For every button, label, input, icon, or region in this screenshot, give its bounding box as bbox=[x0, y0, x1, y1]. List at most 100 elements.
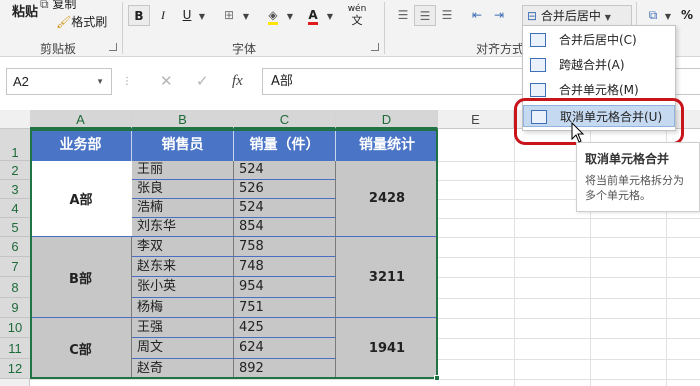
quantity-cell[interactable]: 854 bbox=[234, 218, 336, 237]
row-header[interactable]: 2 bbox=[0, 161, 30, 180]
quantity-cell[interactable]: 425 bbox=[234, 318, 336, 338]
name-box[interactable]: A2 ▼ bbox=[6, 68, 112, 95]
row-header[interactable]: 9 bbox=[0, 298, 30, 318]
bold-button[interactable]: B bbox=[128, 5, 150, 26]
paintbrush-icon: 🖌 bbox=[56, 15, 72, 29]
enter-icon[interactable]: ✓ bbox=[196, 68, 209, 95]
row-headers: 1 2 3 4 5 6 7 8 9 10 11 12 bbox=[0, 129, 30, 386]
row-header[interactable]: 3 bbox=[0, 180, 30, 199]
align-left-icon[interactable]: ☰ bbox=[392, 5, 414, 26]
quantity-cell[interactable]: 751 bbox=[234, 298, 336, 318]
quantity-cell[interactable]: 892 bbox=[234, 359, 336, 379]
merge-center-icon bbox=[530, 33, 546, 47]
formula-bar-grip-icon[interactable]: ⋮ bbox=[122, 68, 132, 95]
gridline bbox=[30, 379, 700, 380]
font-launcher-icon[interactable] bbox=[371, 43, 379, 51]
cancel-icon[interactable]: ✕ bbox=[160, 68, 173, 95]
fill-handle[interactable] bbox=[434, 375, 440, 381]
column-header-a[interactable]: A bbox=[30, 110, 132, 129]
menu-item-merge-center[interactable]: 合并后居中(C) bbox=[523, 29, 675, 51]
number-format-icon[interactable]: ⧉ bbox=[642, 5, 664, 26]
font-color-icon[interactable]: A bbox=[302, 5, 324, 26]
merge-center-button[interactable]: ⊟ 合并后居中 ▼ bbox=[522, 5, 632, 26]
salesperson-cell[interactable]: 刘东华 bbox=[132, 218, 234, 237]
italic-button[interactable]: I bbox=[152, 5, 174, 26]
salesperson-cell[interactable]: 王强 bbox=[132, 318, 234, 338]
name-box-dropdown-icon[interactable]: ▼ bbox=[96, 69, 104, 94]
salesperson-cell[interactable]: 张良 bbox=[132, 180, 234, 199]
copy-icon: ⧉ bbox=[40, 0, 53, 11]
percent-button[interactable]: % bbox=[676, 5, 698, 26]
quantity-cell[interactable]: 758 bbox=[234, 237, 336, 257]
fill-color-icon[interactable]: ◈ bbox=[262, 5, 284, 26]
header-cell-dept[interactable]: 业务部 bbox=[30, 129, 132, 161]
row-header[interactable]: 1 bbox=[0, 129, 30, 161]
row-header[interactable]: 4 bbox=[0, 199, 30, 218]
menu-item-merge-across[interactable]: 跨越合并(A) bbox=[523, 54, 675, 76]
increase-indent-icon[interactable]: ⇥ bbox=[488, 5, 510, 26]
border-icon[interactable]: ⊞ bbox=[218, 5, 240, 26]
quantity-cell[interactable]: 524 bbox=[234, 199, 336, 218]
column-header-c[interactable]: C bbox=[234, 110, 336, 129]
merge-across-icon bbox=[530, 58, 546, 72]
merge-center-label: 合并后居中 bbox=[540, 9, 601, 23]
format-painter-label: 格式刷 bbox=[71, 15, 108, 29]
border-dropdown[interactable]: ▼ bbox=[240, 5, 252, 26]
quantity-cell[interactable]: 624 bbox=[234, 338, 336, 359]
underline-dropdown[interactable]: ▼ bbox=[196, 5, 208, 26]
salesperson-cell[interactable]: 浩楠 bbox=[132, 199, 234, 218]
number-format-dropdown[interactable]: ▼ bbox=[662, 5, 674, 26]
copy-label: 复制 bbox=[52, 0, 77, 11]
salesperson-cell[interactable]: 张小英 bbox=[132, 277, 234, 298]
quantity-cell[interactable]: 748 bbox=[234, 257, 336, 277]
menu-item-merge-cells[interactable]: 合并单元格(M) bbox=[523, 79, 675, 101]
format-painter-button[interactable]: 🖌格式刷 bbox=[56, 12, 114, 33]
column-header-b[interactable]: B bbox=[132, 110, 234, 129]
group-divider bbox=[122, 2, 123, 54]
quantity-cell[interactable]: 524 bbox=[234, 161, 336, 180]
salesperson-cell[interactable]: 杨梅 bbox=[132, 298, 234, 318]
column-header-e[interactable]: E bbox=[438, 110, 514, 129]
row-header[interactable]: 10 bbox=[0, 318, 30, 338]
header-cell-salesperson[interactable]: 销售员 bbox=[132, 129, 234, 161]
column-header-d[interactable]: D bbox=[336, 110, 438, 129]
row-header[interactable]: 7 bbox=[0, 257, 30, 277]
underline-button[interactable]: U bbox=[176, 5, 198, 26]
quantity-cell[interactable]: 954 bbox=[234, 277, 336, 298]
row-header[interactable]: 5 bbox=[0, 218, 30, 237]
merged-dept-cell[interactable]: B部 bbox=[30, 237, 132, 318]
paste-button[interactable]: 粘贴 bbox=[8, 2, 42, 23]
salesperson-cell[interactable]: 赵奇 bbox=[132, 359, 234, 379]
merged-total-cell[interactable]: 2428 bbox=[336, 161, 438, 237]
font-color-dropdown[interactable]: ▼ bbox=[324, 5, 336, 26]
menu-item-unmerge-cells[interactable]: 取消单元格合并(U) bbox=[523, 105, 675, 127]
salesperson-cell[interactable]: 赵东来 bbox=[132, 257, 234, 277]
decrease-indent-icon[interactable]: ⇤ bbox=[466, 5, 488, 26]
align-right-icon[interactable]: ☰ bbox=[436, 5, 458, 26]
row-header[interactable]: 8 bbox=[0, 277, 30, 298]
merged-total-cell[interactable]: 1941 bbox=[336, 318, 438, 379]
font-group-label: 字体 bbox=[232, 42, 257, 56]
salesperson-cell[interactable]: 王丽 bbox=[132, 161, 234, 180]
salesperson-cell[interactable]: 李双 bbox=[132, 237, 234, 257]
merge-dropdown-menu: 合并后居中(C) 跨越合并(A) 合并单元格(M) 取消单元格合并(U) bbox=[522, 25, 676, 131]
fill-color-dropdown[interactable]: ▼ bbox=[284, 5, 296, 26]
clipboard-group-label: 剪贴板 bbox=[40, 42, 77, 56]
align-center-icon[interactable]: ☰ bbox=[414, 5, 436, 26]
row-header[interactable]: 12 bbox=[0, 359, 30, 379]
header-cell-total[interactable]: 销量统计 bbox=[336, 129, 438, 161]
merged-dept-cell[interactable]: A部 bbox=[30, 161, 132, 237]
quantity-cell[interactable]: 526 bbox=[234, 180, 336, 199]
header-cell-quantity[interactable]: 销量（件） bbox=[234, 129, 336, 161]
phonetic-guide-label: wén bbox=[347, 4, 367, 14]
menu-item-label: 合并单元格(M) bbox=[559, 83, 639, 97]
row-header[interactable]: 6 bbox=[0, 237, 30, 257]
alignment-group-label: 对齐方式 bbox=[476, 42, 525, 56]
merged-total-cell[interactable]: 3211 bbox=[336, 237, 438, 318]
phonetic-guide-button[interactable]: wén 文 bbox=[344, 4, 370, 26]
clipboard-launcher-icon[interactable] bbox=[109, 43, 117, 51]
insert-function-icon[interactable]: fx bbox=[232, 68, 243, 95]
merged-dept-cell[interactable]: C部 bbox=[30, 318, 132, 379]
salesperson-cell[interactable]: 周文 bbox=[132, 338, 234, 359]
row-header[interactable]: 11 bbox=[0, 338, 30, 359]
